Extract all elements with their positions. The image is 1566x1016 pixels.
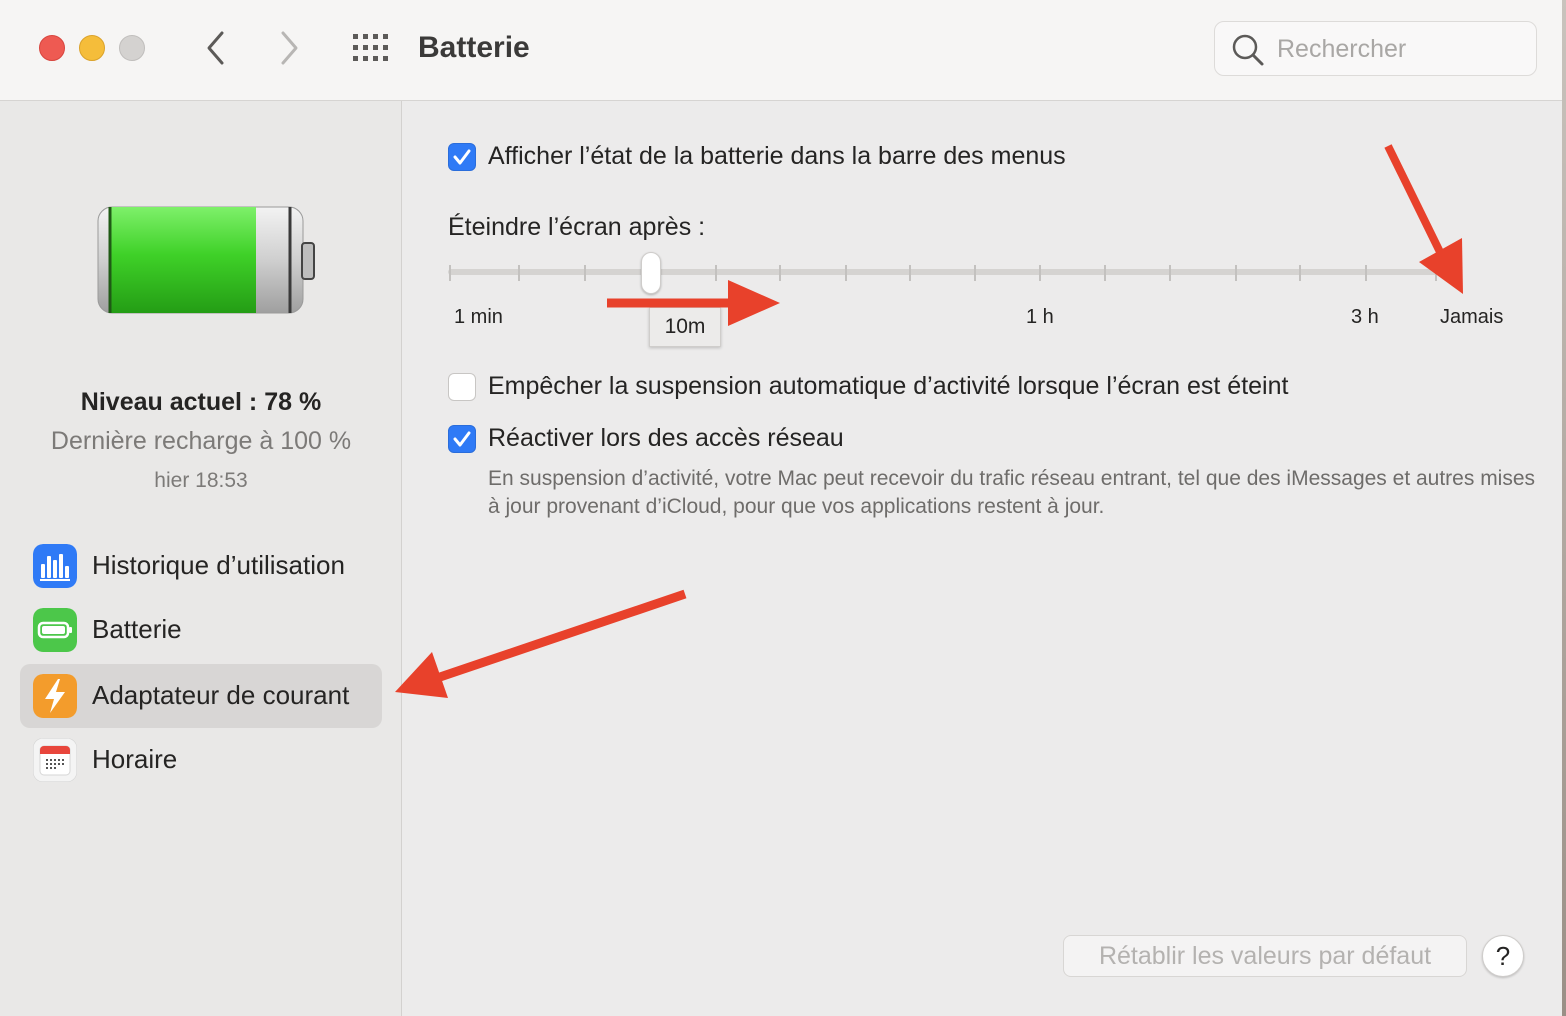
main-panel: Afficher l’état de la batterie dans la b…	[403, 101, 1562, 1016]
wake-network-description: En suspension d’activité, votre Mac peut…	[488, 467, 1536, 518]
slider-value-tooltip: 10m	[649, 307, 721, 347]
back-button[interactable]	[200, 28, 230, 68]
tick-label-3-h: 3 h	[1351, 306, 1379, 328]
sidebar-item-label: Adaptateur de courant	[92, 680, 350, 710]
tick-label-1-min: 1 min	[454, 306, 503, 328]
chevron-left-icon	[207, 31, 224, 65]
slider-tick	[1365, 265, 1367, 281]
show-all-button[interactable]	[352, 33, 390, 63]
tick-label-never: Jamais	[1440, 306, 1504, 328]
display-off-title: Éteindre l’écran après :	[448, 213, 706, 241]
preferences-window: Batterie Rechercher Niveau actuel: 78 %…	[0, 0, 1562, 1016]
slider-tick	[1039, 265, 1041, 281]
search-field[interactable]	[1214, 21, 1537, 76]
title-bar: Batterie	[0, 0, 1562, 101]
sidebar-item-label: Batterie	[92, 614, 182, 644]
search-icon	[1232, 34, 1264, 66]
current-level: Niveau actuel : 78 %	[80, 388, 322, 416]
lightning-icon	[33, 674, 77, 718]
sidebar-item-battery[interactable]: Batterie	[20, 598, 382, 662]
checkmark-icon	[453, 431, 471, 447]
slider-tick	[845, 265, 847, 281]
sidebar: Niveau actuel : 78 % Dernière recharge à…	[0, 101, 402, 1016]
display-off-slider-thumb[interactable]	[641, 252, 661, 294]
sidebar-item-label: Horaire	[92, 744, 178, 774]
prevent-sleep-checkbox[interactable]	[448, 373, 476, 401]
wake-network-checkbox[interactable]	[448, 425, 476, 453]
show-battery-status-label: Afficher l’état de la batterie dans la b…	[488, 142, 1066, 170]
show-battery-status-checkbox[interactable]	[448, 143, 476, 171]
last-charge-time: hier 18:53	[154, 469, 248, 492]
help-button[interactable]: ?	[1482, 935, 1524, 977]
search-input[interactable]	[1277, 30, 1527, 68]
minimize-window-button[interactable]	[79, 35, 105, 61]
bar-chart-icon	[33, 544, 77, 588]
slider-tick	[584, 265, 586, 281]
slider-tick	[1169, 265, 1171, 281]
close-window-button[interactable]	[39, 35, 65, 61]
slider-tick	[449, 265, 451, 281]
slider-tick	[715, 265, 717, 281]
restore-defaults-button[interactable]: Rétablir les valeurs par défaut	[1063, 935, 1467, 977]
display-off-slider-track[interactable]	[448, 269, 1438, 275]
forward-button[interactable]	[275, 28, 305, 68]
slider-tick	[1235, 265, 1237, 281]
battery-icon	[97, 206, 315, 314]
slider-tick	[909, 265, 911, 281]
calendar-icon	[33, 738, 77, 782]
slider-tick	[1435, 265, 1437, 281]
last-charge-text: Dernière recharge à 100 %	[50, 427, 352, 455]
desktop-background-edge	[1562, 0, 1566, 1016]
wake-network-label: Réactiver lors des accès réseau	[488, 424, 844, 452]
sidebar-item-label: Historique d’utilisation	[92, 550, 345, 580]
battery-level-graphic	[94, 201, 318, 321]
slider-tick	[974, 265, 976, 281]
sidebar-item-usage-history[interactable]: Historique d’utilisation	[20, 534, 382, 598]
sidebar-item-schedule[interactable]: Horaire	[20, 728, 382, 792]
grid-icon	[353, 34, 388, 61]
sidebar-item-power-adapter[interactable]: Adaptateur de courant	[20, 664, 382, 728]
zoom-window-button[interactable]	[119, 35, 145, 61]
tick-label-1-h: 1 h	[1026, 306, 1054, 328]
chevron-right-icon	[281, 31, 298, 65]
slider-tick	[1104, 265, 1106, 281]
slider-tick	[518, 265, 520, 281]
window-title: Batterie	[418, 31, 530, 64]
prevent-sleep-label: Empêcher la suspension automatique d’act…	[488, 372, 1289, 400]
slider-tick	[1299, 265, 1301, 281]
checkmark-icon	[453, 149, 471, 165]
slider-tick	[779, 265, 781, 281]
battery-icon	[33, 608, 77, 652]
